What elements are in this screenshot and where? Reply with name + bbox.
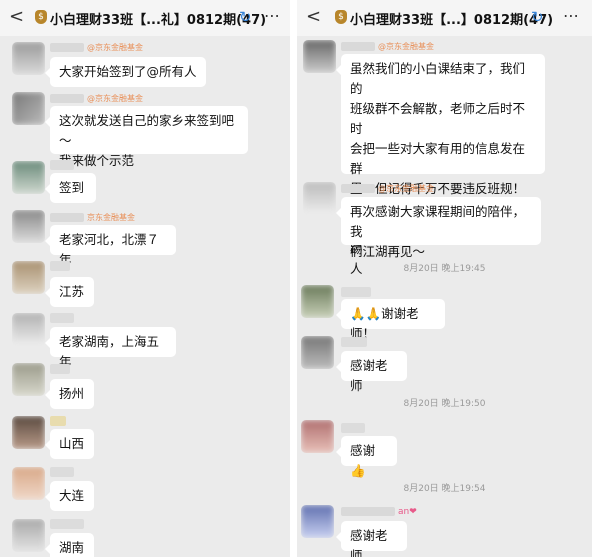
message-bubble[interactable]: 这次就发送自己的家乡来签到吧～ 我来做个示范 xyxy=(45,106,248,168)
sender-name-blurred xyxy=(50,160,74,170)
message-bubble[interactable]: 山西 xyxy=(45,429,94,459)
timestamp: 8月20日 晚上19:54 xyxy=(403,484,486,494)
sender-tag: @京东金融基金 xyxy=(50,93,143,104)
avatar[interactable] xyxy=(303,40,336,73)
chat-header: < $ 小白理财33班【...礼】0812期(47) ↻ ⋯ xyxy=(0,0,290,36)
avatar[interactable] xyxy=(301,285,334,318)
chat-panel-right: < $ 小白理财33班【...】0812期(47) ↻ ⋯ @京东金融基金 虽然… xyxy=(297,0,592,557)
avatar[interactable] xyxy=(12,42,45,75)
chat-panel-left: < $ 小白理财33班【...礼】0812期(47) ↻ ⋯ @京东金融基金 大… xyxy=(0,0,290,557)
message-bubble[interactable]: 签到 xyxy=(45,173,96,203)
sender-name-blurred xyxy=(50,364,70,374)
avatar[interactable] xyxy=(12,519,45,552)
back-icon[interactable]: < xyxy=(9,6,24,28)
avatar[interactable] xyxy=(12,467,45,500)
avatar[interactable] xyxy=(301,505,334,538)
avatar[interactable] xyxy=(303,182,336,215)
avatar[interactable] xyxy=(301,420,334,453)
sender-name-blurred xyxy=(50,467,74,477)
message-bubble[interactable]: 湖南 xyxy=(45,533,94,557)
sender-tag: @京东金融基金 xyxy=(341,183,434,194)
message-bubble[interactable]: 扬州 xyxy=(45,379,94,409)
avatar[interactable] xyxy=(12,416,45,449)
sender-name-blurred xyxy=(50,519,84,529)
message-bubble[interactable]: 感谢👍 xyxy=(336,436,397,478)
avatar[interactable] xyxy=(12,161,45,194)
money-bag-icon: $ xyxy=(35,10,47,24)
money-bag-icon: $ xyxy=(335,10,347,24)
chat-header: < $ 小白理财33班【...】0812期(47) ↻ ⋯ xyxy=(297,0,592,36)
group-title: 小白理财33班【...】0812期(47) xyxy=(350,13,554,28)
avatar[interactable] xyxy=(12,261,45,294)
message-bubble[interactable]: 虽然我们的小白课结束了，我们的 班级群不会解散，老师之后时不时 会把一些对大家有… xyxy=(336,54,545,276)
sender-tag: @京东金融基金 xyxy=(341,41,434,52)
more-icon[interactable]: ⋯ xyxy=(563,6,580,25)
group-title: 小白理财33班【...礼】0812期(47) xyxy=(50,13,267,28)
message-bubble[interactable]: 感谢老师 xyxy=(336,521,407,557)
refresh-icon[interactable]: ↻ xyxy=(239,8,252,26)
sender-name-blurred xyxy=(341,337,367,347)
timestamp: 8月20日 晚上19:45 xyxy=(403,264,486,274)
message-bubble[interactable]: 老家湖南，上海五年 xyxy=(45,327,176,369)
avatar[interactable] xyxy=(12,363,45,396)
avatar[interactable] xyxy=(301,336,334,369)
message-bubble[interactable]: 大家开始签到了@所有人 xyxy=(45,57,206,87)
sender-name-blurred xyxy=(50,313,74,323)
more-icon[interactable]: ⋯ xyxy=(264,6,281,25)
back-icon[interactable]: < xyxy=(306,6,321,28)
sender-tag: 京东金融基金 xyxy=(50,212,135,223)
avatar[interactable] xyxy=(12,313,45,346)
message-bubble[interactable]: 感谢老师 xyxy=(336,351,407,393)
sender-name-blurred xyxy=(50,261,70,271)
refresh-icon[interactable]: ↻ xyxy=(531,8,544,26)
message-bubble[interactable]: 大连 xyxy=(45,481,94,511)
message-bubble[interactable]: 江苏 xyxy=(45,277,94,307)
sender-name-blurred xyxy=(341,287,371,297)
avatar[interactable] xyxy=(12,92,45,125)
sender-name-blurred xyxy=(50,416,66,426)
message-bubble[interactable]: 再次感谢大家课程期间的陪伴，我 们江湖再见～ xyxy=(336,197,541,259)
sender-name-blurred xyxy=(341,423,365,433)
message-bubble[interactable]: 老家河北，北漂７年 xyxy=(45,225,176,267)
sender-tag: @京东金融基金 xyxy=(50,42,143,53)
avatar[interactable] xyxy=(12,210,45,243)
sender-tag: an❤ xyxy=(341,507,417,517)
message-bubble[interactable]: 🙏🙏谢谢老师！ xyxy=(336,299,445,341)
timestamp: 8月20日 晚上19:50 xyxy=(403,399,486,409)
